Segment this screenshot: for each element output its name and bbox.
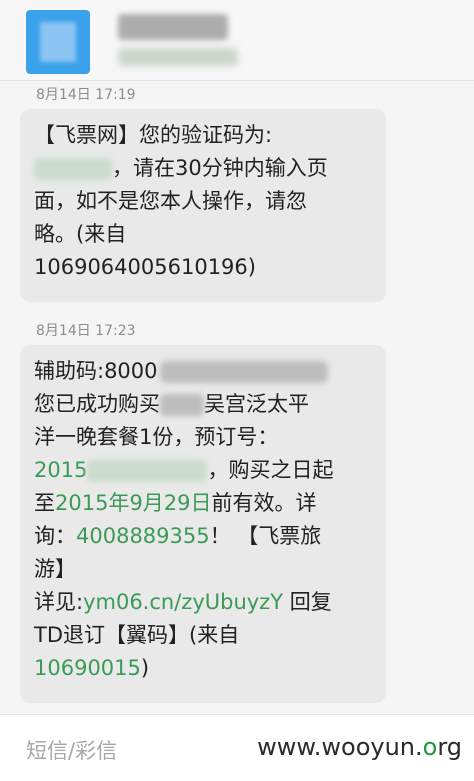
message-text: ，购买之日起 — [207, 458, 334, 482]
composer-bar: 短信/彩信 www.wooyun.org — [0, 714, 474, 781]
message-text: ，请在30分钟内输入页 — [112, 156, 328, 180]
message-text: ！ 【飞票旅 — [209, 524, 322, 548]
message-line: 1069064005610196) — [34, 255, 256, 279]
message-text: 详见: — [34, 590, 84, 614]
message-line: 询：4008889355！ 【飞票旅 — [34, 520, 372, 553]
message-line: 至2015年9月29日前有效。详 — [34, 487, 372, 520]
phone-link[interactable]: 4008889355 — [76, 524, 210, 548]
conversation-header — [0, 0, 474, 81]
message-line: 2015 ，购买之日起 — [34, 454, 372, 487]
redacted-code — [159, 361, 328, 383]
message-line: 辅助码:8000 — [34, 355, 372, 388]
message-line: 【飞票网】您的验证码为: — [34, 123, 273, 147]
message-line: 游】 — [34, 557, 76, 581]
message-text: 吴宫泛太平 — [204, 392, 309, 416]
message-text: 辅助码:8000 — [34, 359, 158, 383]
contact-avatar[interactable] — [26, 10, 90, 74]
message-text: 前有效。详 — [211, 491, 317, 515]
order-number-link[interactable]: 2015 — [34, 458, 87, 482]
avatar-blurred-icon — [40, 22, 76, 62]
date-link[interactable]: 2015年9月29日 — [55, 491, 212, 515]
redacted-text — [160, 394, 204, 416]
message-timestamp: 8月14日 17:23 — [36, 323, 136, 339]
redacted-code — [34, 158, 112, 180]
message-timestamp: 8月14日 17:19 — [36, 87, 136, 103]
message-text: 回复 — [283, 590, 332, 614]
message-text: 询： — [34, 524, 76, 548]
url-link[interactable]: ym06.cn/zyUbuyzY — [83, 590, 283, 614]
watermark-text: rg — [437, 733, 462, 761]
message-line: 详见:ym06.cn/zyUbuyzY 回复 — [34, 586, 372, 619]
message-line: 您已成功购买 吴宫泛太平 — [34, 388, 372, 421]
message-line: 面，如不是您本人操作，请忽 — [34, 189, 307, 213]
sender-number-link[interactable]: 10690015 — [34, 656, 141, 680]
message-input[interactable]: 短信/彩信 — [26, 735, 117, 765]
watermark-text: www.wooyun. — [257, 733, 423, 761]
watermark: www.wooyun.org — [257, 733, 462, 761]
message-line: 洋一晚套餐1份，预订号： — [34, 425, 279, 449]
message-line: 略。(来自 — [34, 222, 127, 246]
message-text: ) — [140, 656, 150, 680]
contact-name-redacted[interactable] — [118, 14, 228, 40]
message-line: ，请在30分钟内输入页 — [34, 152, 372, 185]
redacted-order-number — [87, 460, 208, 482]
message-line: 10690015) — [34, 652, 372, 685]
contact-number-redacted — [118, 48, 238, 66]
message-bubble[interactable]: 辅助码:8000 您已成功购买 吴宫泛太平 洋一晚套餐1份，预订号： 2015 ，购… — [20, 345, 386, 703]
watermark-text: o — [422, 733, 438, 761]
message-text: 至 — [34, 491, 55, 515]
message-text: 您已成功购买 — [34, 392, 160, 416]
message-bubble[interactable]: 【飞票网】您的验证码为: ，请在30分钟内输入页 面，如不是您本人操作，请忽 略… — [20, 109, 386, 302]
message-line: TD退订【翼码】(来自 — [34, 623, 240, 647]
